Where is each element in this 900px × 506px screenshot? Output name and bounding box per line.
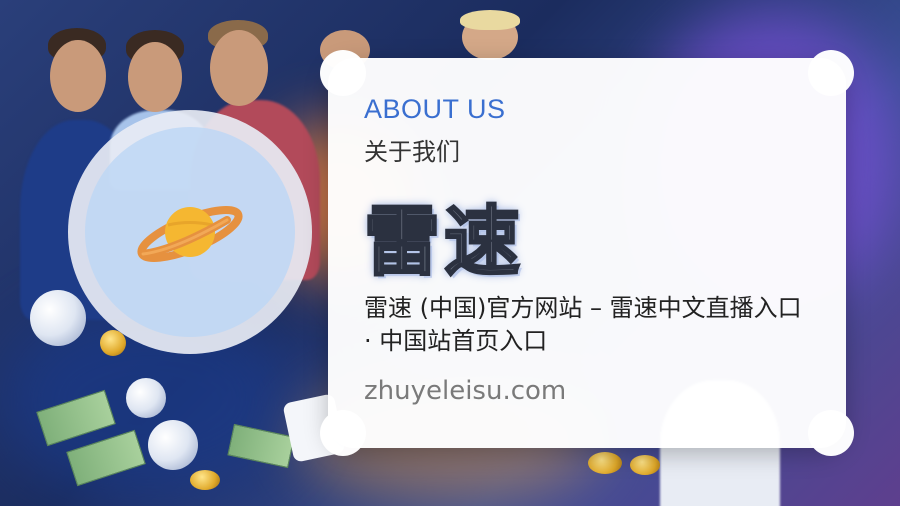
card-corner-decoration	[320, 410, 366, 456]
about-title-en: ABOUT US	[364, 94, 506, 124]
player-head	[50, 40, 106, 112]
soccer-ball-icon	[148, 420, 198, 470]
emblem-circle	[68, 110, 312, 354]
brand-name: 雷速	[363, 196, 524, 288]
coin-icon	[190, 470, 220, 490]
page-root: ABOUT US 关于我们 雷速 雷速 (中国)官方网站 – 雷速中文直播入口 …	[0, 0, 900, 506]
coin-icon	[588, 452, 622, 474]
planet-icon	[137, 206, 243, 262]
site-description: 雷速 (中国)官方网站 – 雷速中文直播入口 · 中国站首页入口	[364, 294, 802, 355]
soccer-ball-icon	[126, 378, 166, 418]
emblem-inner	[85, 127, 295, 337]
domain-link[interactable]: zhuyeleisu.com	[364, 376, 566, 406]
card-corner-decoration	[808, 410, 854, 456]
player-head	[210, 30, 268, 106]
about-title-cn: 关于我们	[364, 138, 460, 166]
soccer-ball-icon	[30, 290, 86, 346]
about-card: ABOUT US 关于我们 雷速 雷速 (中国)官方网站 – 雷速中文直播入口 …	[320, 50, 854, 456]
player-head	[128, 42, 182, 112]
card-corner-decoration	[320, 50, 366, 96]
card-corner-decoration	[808, 50, 854, 96]
player-hair	[460, 10, 520, 30]
coin-icon	[630, 455, 660, 475]
